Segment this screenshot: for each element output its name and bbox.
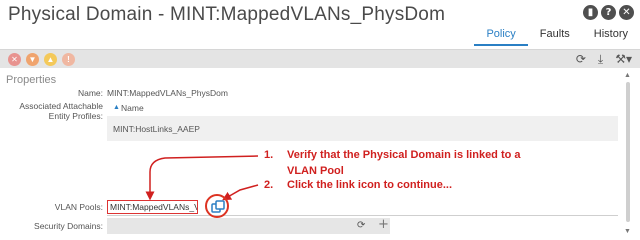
security-domains-list[interactable] <box>107 218 390 234</box>
scrollbar[interactable] <box>626 82 630 222</box>
vlan-pools-underline <box>107 215 618 216</box>
arrow-to-link-icon <box>222 184 259 201</box>
scroll-up-icon[interactable]: ▲ <box>624 72 631 79</box>
scroll-down-icon[interactable]: ▼ <box>624 228 631 235</box>
add-icon[interactable]: + <box>378 217 389 232</box>
vlan-pools-field[interactable]: MINT:MappedVLANs_Vl <box>107 200 198 214</box>
link-icon-highlight <box>205 194 229 218</box>
refresh-icon[interactable]: ⟳ <box>357 220 365 231</box>
security-domains-label: Security Domains: <box>34 221 103 231</box>
vlan-pools-label: VLAN Pools: <box>54 202 103 212</box>
